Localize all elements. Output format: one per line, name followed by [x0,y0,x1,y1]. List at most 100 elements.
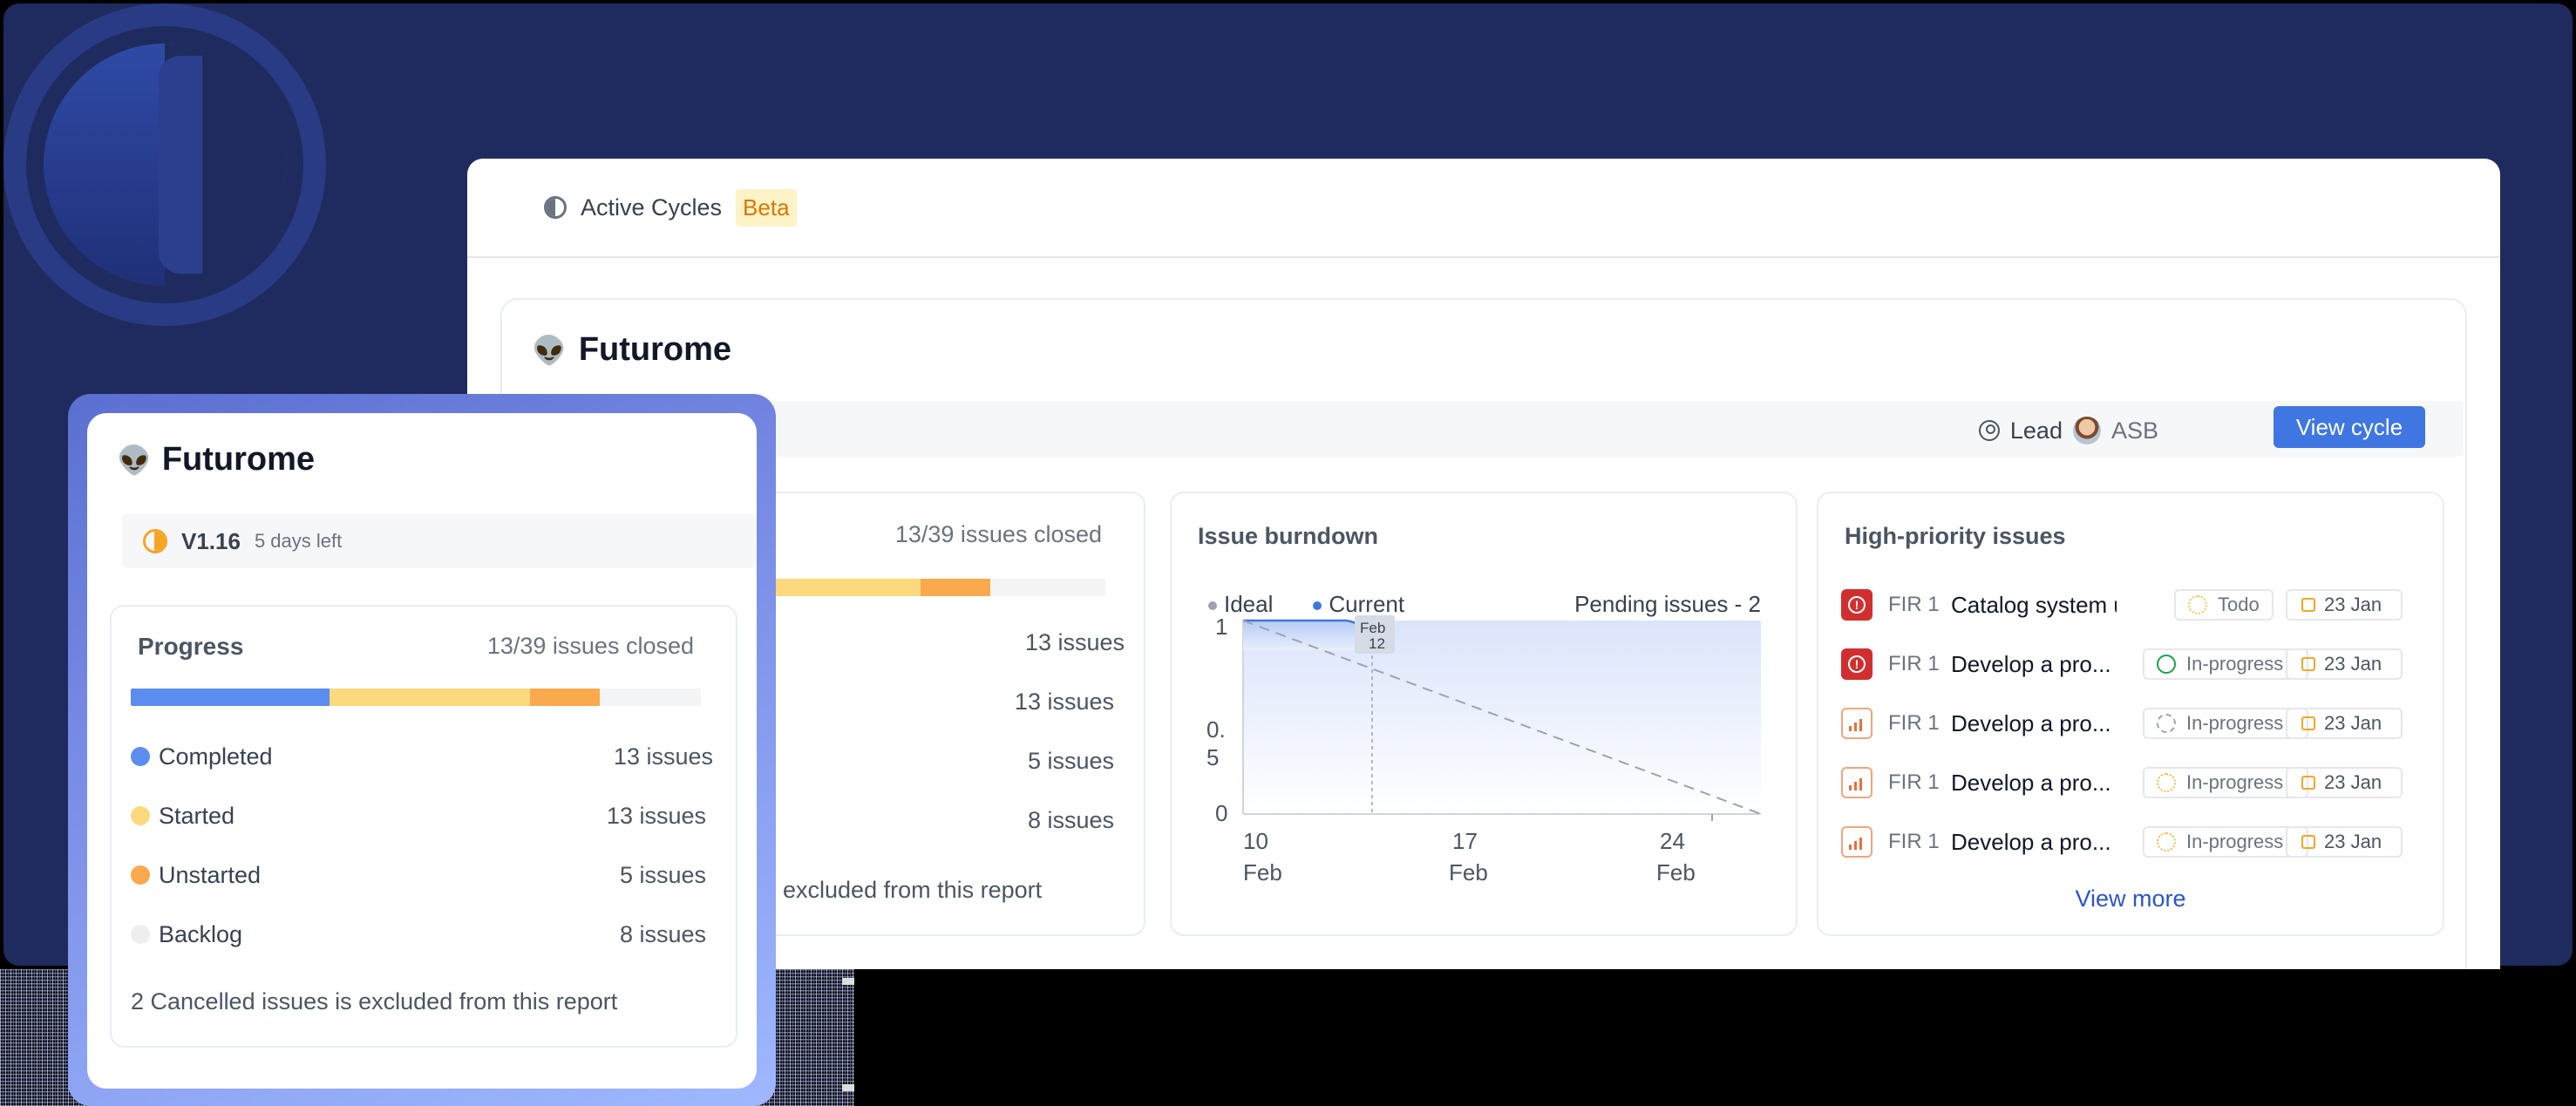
cycle-lead: Lead ASB [1978,417,2158,444]
status-dropdown[interactable]: In-progress [2143,767,2308,798]
decorative-cycle-fill [44,44,286,286]
started-dot [131,806,150,825]
user-circle-icon [1978,420,2000,441]
calendar-icon [2301,835,2315,849]
burndown-legend: Ideal Current [1208,591,1404,618]
high-priority-icon [1841,826,1873,858]
state-row-backlog: Backlog 8 issues [131,919,706,950]
state-row-unstarted: Unstarted 5 issues [131,859,706,891]
lead-label: Lead [2009,417,2063,444]
floating-cycle-card: 👽 Futurome V1.16 5 days left Progress 13… [87,413,757,1089]
issues-closed-count: 13/39 issues closed [894,521,1102,547]
legend-current: Current [1313,591,1404,618]
issue-row[interactable]: ! FIR 1 Develop a pro... In-progress 23 … [1841,647,2425,682]
issue-name: Catalog system up... [1951,591,2117,618]
due-date[interactable]: 23 Jan [2286,708,2403,739]
high-priority-icon [1841,708,1873,739]
status-label: In-progress [2186,771,2284,793]
y-tick-0.5b: 5 [1206,744,1219,770]
issues-closed-count: 13/39 issues closed [486,633,694,659]
calendar-icon [2301,716,2315,730]
version-strip: V1.16 5 days left [122,514,757,568]
issue-row[interactable]: ! FIR 1 Catalog system up... Todo 23 Jan [1841,587,2425,622]
started-status-icon [2157,832,2176,852]
cancelled-note: 2 Cancelled issues is excluded from this… [131,988,618,1014]
date-label: 23 Jan [2324,712,2382,734]
cycle-title[interactable]: 👽 Futurome [532,331,731,369]
state-count: 5 issues [619,861,706,888]
noise-mark [842,978,854,985]
progress-segment-unstarted [530,689,600,706]
issue-name: Develop a pro... [1951,769,2111,796]
noise-mark [842,1084,854,1091]
due-date[interactable]: 23 Jan [2286,648,2403,680]
state-count: 13 issues [606,802,706,829]
state-name: Unstarted [159,861,262,888]
view-cycle-button[interactable]: View cycle [2274,406,2425,448]
floating-cycle-title[interactable]: 👽 Futurome [117,441,315,478]
issue-name: Develop a pro... [1951,650,2111,677]
cycle-card: 👽 Futurome Lead ASB View cycle 13/39 iss… [500,298,2467,969]
status-label: In-progress [2186,653,2284,675]
burndown-title: Issue burndown [1198,523,1379,549]
due-date[interactable]: 23 Jan [2286,589,2403,621]
issue-row[interactable]: FIR 1 Develop a pro... In-progress 23 Ja… [1841,765,2425,800]
cycle-name: Futurome [161,441,316,478]
version-label: V1.16 [181,527,241,554]
y-tick-0: 0 [1215,800,1227,826]
marker-month: Feb [1360,620,1385,636]
days-left: 5 days left [254,530,343,552]
issue-burndown-panel: Issue burndown Ideal Current Pending iss… [1170,492,1798,936]
y-tick-1: 1 [1215,615,1227,640]
alien-icon: 👽 [532,334,567,366]
date-label: 23 Jan [2324,831,2382,852]
due-date[interactable]: 23 Jan [2286,767,2403,798]
calendar-icon [2301,776,2315,790]
progress-segment-started [330,689,530,706]
window-header: Active Cycles Beta [467,159,2500,258]
view-more-link[interactable]: View more [1818,885,2443,913]
x-tick-day: 17 [1452,828,1478,854]
x-tick-day: 10 [1243,828,1268,854]
status-dropdown[interactable]: In-progress [2143,708,2308,739]
date-label: 23 Jan [2324,653,2382,675]
avatar[interactable] [2072,417,2101,444]
state-row-completed: Completed 13 issues [131,741,713,772]
pending-issues: Pending issues - 2 [1574,591,1761,617]
started-status-icon [2157,773,2176,792]
progress-title: Progress [138,633,244,660]
half-moon-icon [544,196,567,219]
backlog-dot [131,925,150,944]
state-count: 8 issues [619,920,706,947]
y-tick-0.5a: 0. [1206,716,1226,743]
due-date[interactable]: 23 Jan [2286,826,2403,858]
status-dropdown[interactable]: In-progress [2143,648,2308,680]
dashed-status-icon [2157,714,2176,733]
status-label: In-progress [2186,712,2284,734]
issue-id: FIR 1 [1888,652,1940,675]
lead-user: ASB [2110,417,2158,444]
date-label: 23 Jan [2324,594,2382,615]
completed-count: 13 issues [1024,629,1125,655]
high-priority-panel: High-priority issues ! FIR 1 Catalog sys… [1817,492,2444,936]
progress-bar [131,689,701,706]
issue-id: FIR 1 [1888,830,1940,853]
progress-segment-backlog [990,579,1105,596]
urgent-priority-icon: ! [1841,648,1873,680]
issue-row[interactable]: FIR 1 Develop a pro... In-progress 23 Ja… [1841,824,2425,859]
status-dropdown[interactable]: In-progress [2143,826,2308,858]
state-row-started: Started 13 issues [131,800,706,831]
state-name: Completed [159,743,273,770]
status-label: Todo [2218,594,2260,615]
started-count: 13 issues [1014,689,1114,715]
state-name: Backlog [159,920,243,947]
unstarted-dot [131,865,150,885]
progress-panel: Progress 13/39 issues closed Completed 1… [110,605,737,1048]
cycle-progress-icon [143,529,167,553]
status-dropdown[interactable]: Todo [2174,589,2274,621]
issue-row[interactable]: FIR 1 Develop a pro... In-progress 23 Ja… [1841,706,2425,741]
issue-name: Develop a pro... [1951,709,2111,736]
progress-segment-completed [131,689,330,706]
date-label: 23 Jan [2324,771,2382,793]
page-title: Active Cycles [581,193,723,221]
